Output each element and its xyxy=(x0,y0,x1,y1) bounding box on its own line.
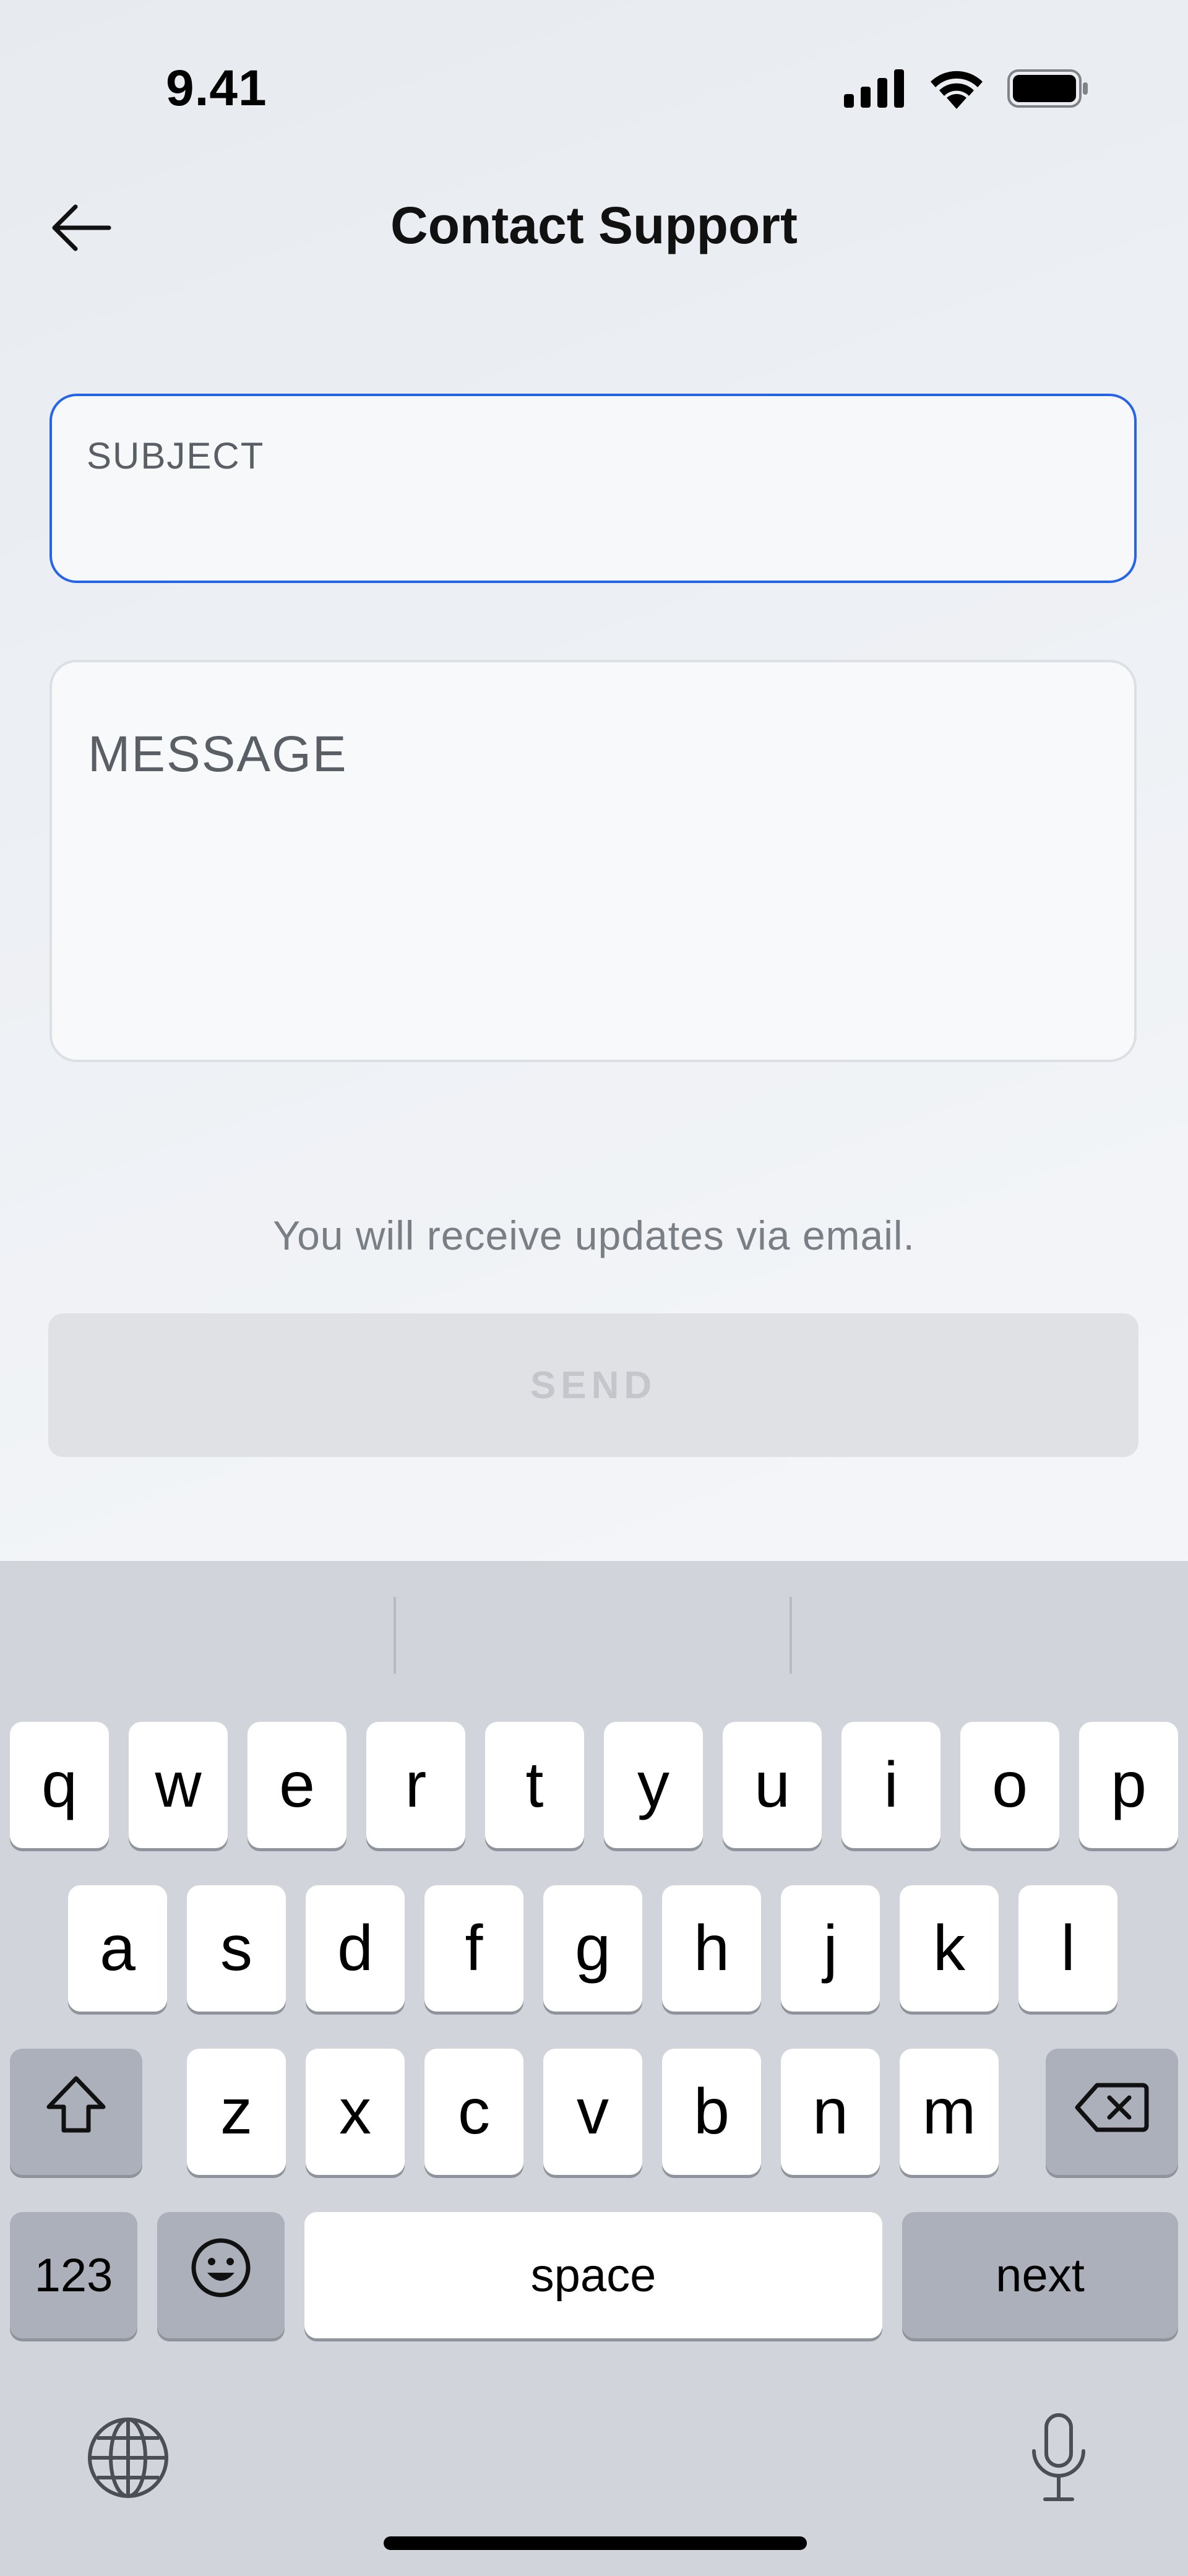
next-key[interactable]: next xyxy=(902,2212,1178,2338)
numbers-key[interactable]: 123 xyxy=(10,2212,137,2338)
shift-icon xyxy=(45,2075,107,2150)
key-c[interactable]: c xyxy=(424,2049,523,2175)
subject-label: SUBJECT xyxy=(87,435,265,477)
helper-text: You will receive updates via email. xyxy=(273,1212,915,1258)
key-z[interactable]: z xyxy=(187,2049,286,2175)
key-n[interactable]: n xyxy=(781,2049,880,2175)
key-i[interactable]: i xyxy=(842,1722,940,1848)
key-y[interactable]: y xyxy=(604,1722,703,1848)
key-v[interactable]: v xyxy=(543,2049,642,2175)
key-l[interactable]: l xyxy=(1018,1885,1117,2012)
emoji-key[interactable] xyxy=(157,2212,285,2338)
key-r[interactable]: r xyxy=(366,1722,465,1848)
key-d[interactable]: d xyxy=(306,1885,405,2012)
key-h[interactable]: h xyxy=(662,1885,761,2012)
key-x[interactable]: x xyxy=(306,2049,405,2175)
key-g[interactable]: g xyxy=(543,1885,642,2012)
key-m[interactable]: m xyxy=(900,2049,999,2175)
subject-input[interactable] xyxy=(87,489,1104,552)
space-key[interactable]: space xyxy=(304,2212,882,2338)
globe-button[interactable] xyxy=(82,2413,174,2505)
shift-key[interactable] xyxy=(10,2049,142,2175)
key-u[interactable]: u xyxy=(723,1722,822,1848)
key-p[interactable]: p xyxy=(1079,1722,1178,1848)
key-s[interactable]: s xyxy=(187,1885,286,2012)
cellular-signal-icon xyxy=(844,69,906,111)
key-w[interactable]: w xyxy=(129,1722,228,1848)
status-icons xyxy=(844,68,1089,111)
status-bar: 9.41 xyxy=(0,0,1188,173)
home-indicator xyxy=(384,2536,807,2550)
key-b[interactable]: b xyxy=(662,2049,761,2175)
key-k[interactable]: k xyxy=(900,1885,999,2012)
message-input[interactable] xyxy=(87,724,1104,1036)
suggestion-divider xyxy=(790,1597,792,1674)
page-title: Contact Support xyxy=(390,196,798,254)
key-e[interactable]: e xyxy=(248,1722,346,1848)
keyboard: q w e r t y u i o p a s d f g h j k l z … xyxy=(0,1561,1188,2576)
subject-field[interactable]: SUBJECT xyxy=(50,394,1137,583)
status-time: 9.41 xyxy=(166,60,267,116)
backspace-icon xyxy=(1075,2075,1149,2149)
key-o[interactable]: o xyxy=(960,1722,1059,1848)
key-t[interactable]: t xyxy=(485,1722,584,1848)
key-f[interactable]: f xyxy=(424,1885,523,2012)
battery-icon xyxy=(1007,69,1089,111)
wifi-icon xyxy=(928,68,985,112)
emoji-icon xyxy=(190,2237,252,2314)
key-j[interactable]: j xyxy=(781,1885,880,2012)
backspace-key[interactable] xyxy=(1046,2049,1178,2175)
key-a[interactable]: a xyxy=(68,1885,167,2012)
send-button[interactable]: SEND xyxy=(48,1313,1138,1457)
microphone-icon xyxy=(1028,2413,1090,2506)
microphone-button[interactable] xyxy=(1012,2406,1105,2512)
message-field[interactable] xyxy=(50,660,1137,1062)
suggestion-divider xyxy=(394,1597,396,1674)
globe-icon xyxy=(86,2416,170,2503)
key-q[interactable]: q xyxy=(10,1722,109,1848)
